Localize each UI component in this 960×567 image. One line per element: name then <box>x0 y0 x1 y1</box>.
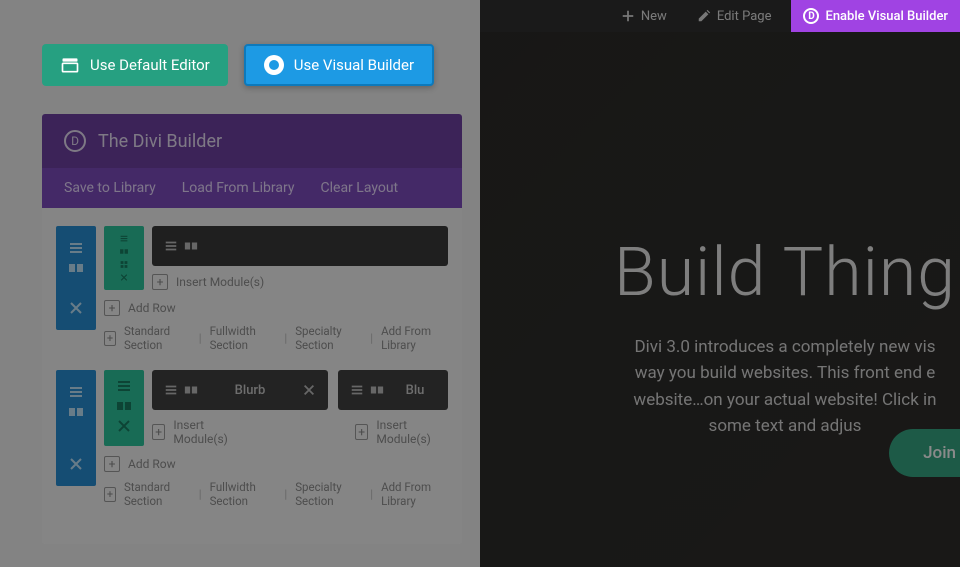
section-handle[interactable] <box>56 370 96 486</box>
use-default-editor-label: Use Default Editor <box>90 56 210 74</box>
hero-line: Divi 3.0 introduces a completely new vis <box>610 334 960 360</box>
specialty-section[interactable]: Specialty Section <box>295 480 362 508</box>
join-button[interactable]: Join <box>889 429 960 477</box>
section-footer: + Standard Section| Fullwidth Section| S… <box>104 480 448 508</box>
wp-adminbar: New Edit Page D Enable Visual Builder <box>480 0 960 32</box>
plus-box-icon: + <box>104 331 116 346</box>
insert-module-label: Insert Module(s) <box>173 418 245 446</box>
hero-title: Build Thing <box>610 232 960 312</box>
hamburger-icon <box>116 234 132 243</box>
row-handle[interactable] <box>104 370 144 446</box>
columns-icon <box>184 383 198 397</box>
columns-icon <box>68 404 84 420</box>
section-footer: + Standard Section| Fullwidth Section| S… <box>104 324 448 352</box>
row-block: Blurb Blu <box>104 370 448 446</box>
columns-icon <box>68 260 84 276</box>
add-row-label: Add Row <box>128 457 176 471</box>
divi-builder-panel: D The Divi Builder Save to Library Load … <box>42 114 462 544</box>
hamburger-icon <box>116 378 132 394</box>
adminbar-new[interactable]: New <box>611 0 677 32</box>
frontend-preview: New Edit Page D Enable Visual Builder Bu… <box>480 0 960 567</box>
plus-box-icon: + <box>152 424 165 440</box>
use-visual-builder-label: Use Visual Builder <box>294 56 414 74</box>
enable-visual-builder-label: Enable Visual Builder <box>825 9 948 24</box>
add-row-label: Add Row <box>128 301 176 315</box>
hero-line: way you build websites. This front end e <box>610 360 960 386</box>
enable-visual-builder-button[interactable]: D Enable Visual Builder <box>791 0 960 32</box>
columns-icon <box>116 398 132 414</box>
save-to-library[interactable]: Save to Library <box>64 180 156 196</box>
section-block: + Insert Module(s) + Add Row + Standard … <box>56 226 448 352</box>
clear-layout[interactable]: Clear Layout <box>321 180 399 196</box>
hamburger-icon <box>68 240 84 256</box>
editor-icon <box>60 55 80 75</box>
hero-line: website…on your actual website! Click in <box>610 387 960 413</box>
plus-icon <box>621 9 635 23</box>
close-icon <box>116 418 132 434</box>
panel-body: + Insert Module(s) + Add Row + Standard … <box>42 208 462 544</box>
eye-icon <box>264 55 284 75</box>
add-from-library[interactable]: Add From Library <box>381 324 448 352</box>
hamburger-icon <box>350 383 364 397</box>
use-visual-builder-button[interactable]: Use Visual Builder <box>244 44 434 86</box>
join-label: Join <box>923 443 956 463</box>
hamburger-icon <box>164 383 178 397</box>
divi-logo-icon: D <box>64 130 86 152</box>
adminbar-edit[interactable]: Edit Page <box>687 0 782 32</box>
adminbar-edit-label: Edit Page <box>717 9 772 24</box>
close-icon <box>68 300 84 316</box>
add-row[interactable]: + Add Row <box>104 456 448 472</box>
module-slot[interactable] <box>152 226 448 266</box>
standard-section[interactable]: Standard Section <box>124 324 191 352</box>
add-row[interactable]: + Add Row <box>104 300 448 316</box>
hamburger-icon <box>164 239 178 253</box>
insert-module-label: Insert Module(s) <box>176 275 264 289</box>
close-icon[interactable] <box>302 383 316 397</box>
plus-box-icon: + <box>104 456 120 472</box>
section-handle[interactable] <box>56 226 96 330</box>
columns-icon <box>370 383 384 397</box>
columns-icon <box>184 239 198 253</box>
module-partial[interactable]: Blu <box>338 370 448 410</box>
use-default-editor-button[interactable]: Use Default Editor <box>42 44 228 86</box>
section-block: Blurb Blu <box>56 370 448 508</box>
plus-box-icon: + <box>152 274 168 290</box>
fullwidth-section[interactable]: Fullwidth Section <box>210 480 277 508</box>
insert-module[interactable]: + Insert Module(s) <box>152 418 245 446</box>
insert-module[interactable]: + Insert Module(s) <box>355 418 448 446</box>
grid-icon <box>116 260 132 269</box>
close-icon <box>68 456 84 472</box>
insert-module-label: Insert Module(s) <box>376 418 448 446</box>
hero: Build Thing Divi 3.0 introduces a comple… <box>480 32 960 439</box>
module-label: Blurb <box>208 383 292 398</box>
backend-editor: Use Default Editor Use Visual Builder D … <box>0 0 480 567</box>
module-blurb[interactable]: Blurb <box>152 370 328 410</box>
adminbar-new-label: New <box>641 9 667 24</box>
panel-actions: Save to Library Load From Library Clear … <box>42 168 462 208</box>
fullwidth-section[interactable]: Fullwidth Section <box>210 324 277 352</box>
row-block: + Insert Module(s) <box>104 226 448 290</box>
row-handle[interactable] <box>104 226 144 290</box>
standard-section[interactable]: Standard Section <box>124 480 191 508</box>
columns-icon <box>116 247 132 256</box>
panel-title: The Divi Builder <box>98 131 222 152</box>
specialty-section[interactable]: Specialty Section <box>295 324 362 352</box>
plus-box-icon: + <box>104 300 120 316</box>
load-from-library[interactable]: Load From Library <box>182 180 295 196</box>
module-label: Blu <box>394 383 436 398</box>
add-from-library[interactable]: Add From Library <box>381 480 448 508</box>
panel-header: D The Divi Builder <box>42 114 462 168</box>
insert-module[interactable]: + Insert Module(s) <box>152 274 448 290</box>
hamburger-icon <box>68 384 84 400</box>
plus-box-icon: + <box>355 424 368 440</box>
close-icon <box>116 273 132 282</box>
pencil-icon <box>697 9 711 23</box>
divi-logo-icon: D <box>803 8 819 24</box>
plus-box-icon: + <box>104 487 116 502</box>
